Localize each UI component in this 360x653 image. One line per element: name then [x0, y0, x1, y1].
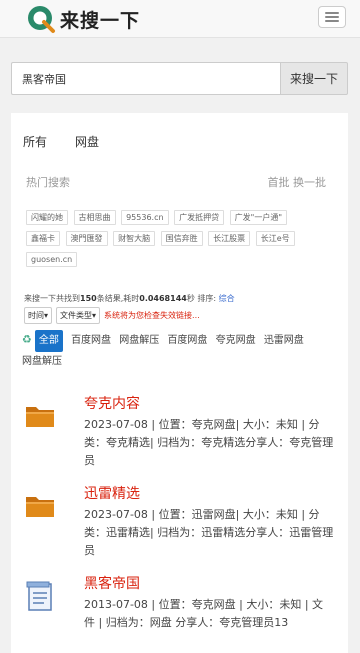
brand-logo[interactable]: 来搜一下: [26, 2, 140, 36]
stats-middle: 条结果,耗时: [96, 294, 140, 303]
hot-tag[interactable]: 95536.cn: [121, 210, 169, 225]
hamburger-line: [325, 20, 339, 22]
hot-tag[interactable]: 广发抵押贷: [174, 210, 225, 225]
hamburger-line: [325, 16, 339, 18]
caret-down-icon: ▾: [92, 311, 97, 320]
hot-tag[interactable]: guosen.cn: [26, 252, 78, 267]
hot-tag[interactable]: 澳門匯發: [65, 231, 108, 246]
caret-down-icon: ▾: [44, 311, 49, 320]
menu-toggle-button[interactable]: [318, 6, 346, 28]
search-input[interactable]: [11, 62, 280, 95]
hot-tag[interactable]: 闪耀的她: [26, 210, 68, 225]
hot-tag[interactable]: 古相思曲: [73, 210, 116, 225]
hot-tag[interactable]: 鑫福卡: [26, 231, 60, 246]
type-all[interactable]: 全部: [34, 330, 63, 352]
hamburger-icon: [325, 12, 339, 14]
stats-prefix: 来搜一下共找到: [24, 294, 80, 303]
type-item[interactable]: 网盘解压: [119, 331, 159, 351]
hot-tag[interactable]: 国信弃胜: [160, 231, 203, 246]
hot-tags: 闪耀的她 古相思曲 95536.cn 广发抵押贷 广发"一户通" 鑫福卡 澳門匯…: [26, 210, 326, 273]
type-item[interactable]: 百度网盘: [71, 331, 111, 351]
results-card: [11, 113, 348, 653]
tab-bar: 所有 网盘: [23, 133, 99, 150]
type-item[interactable]: 网盘解压: [22, 352, 62, 372]
link-check-notice: 系统将为您检查失效链接...: [104, 311, 200, 320]
time-filter-label: 时间: [28, 311, 44, 320]
search-button[interactable]: 来搜一下: [280, 62, 348, 95]
brand-name: 来搜一下: [60, 9, 141, 32]
type-item[interactable]: 百度网盘: [167, 331, 207, 351]
stats-suffix: 秒 排序:: [186, 294, 217, 303]
result-count: 150: [80, 294, 97, 303]
hot-tag[interactable]: 财智大脑: [113, 231, 156, 246]
result-title[interactable]: 黑客帝国: [84, 573, 140, 593]
navbar: 来搜一下: [0, 0, 360, 38]
result-title[interactable]: 迅雷精选: [84, 483, 140, 503]
tab-netdisk[interactable]: 网盘: [75, 133, 99, 150]
filetype-filter-label: 文件类型: [60, 311, 93, 320]
hot-tag[interactable]: 长江e号: [255, 231, 295, 246]
logo-search-icon: [28, 6, 55, 33]
folder-icon: [26, 407, 54, 427]
tab-all[interactable]: 所有: [23, 133, 47, 150]
sort-option[interactable]: 综合: [219, 294, 235, 303]
search-time: 0.0468144: [139, 294, 187, 303]
filter-bar: 时间▾ 文件类型▾ 系统将为您检查失效链接...: [24, 307, 200, 324]
type-item[interactable]: 夸克网盘: [216, 331, 256, 351]
time-filter-select[interactable]: 时间▾: [24, 307, 53, 324]
hot-search-title: 热门搜索: [26, 176, 70, 189]
result-meta: 2013-07-08 | 位置：夸克网盘 | 大小：未知 | 文件 | 归档为：…: [84, 598, 324, 629]
document-icon: [26, 581, 52, 611]
type-filter: ♻ 全部 百度网盘 网盘解压 百度网盘 夸克网盘 迅雷网盘 网盘解压: [22, 330, 342, 372]
result-meta: 2023-07-08 | 位置：迅雷网盘| 大小：未知 | 分类：迅雷精选| 归…: [84, 508, 334, 557]
hot-tag[interactable]: 广发"一户通": [229, 210, 288, 225]
search-bar: 来搜一下: [11, 62, 348, 95]
folder-icon: [26, 497, 54, 517]
result-title[interactable]: 夸克内容: [84, 393, 140, 413]
result-meta: 2023-07-08 | 位置：夸克网盘| 大小：未知 | 分类：夸克精选| 归…: [84, 418, 334, 467]
result-stats: 来搜一下共找到150条结果,耗时0.0468144秒 排序: 综合: [24, 293, 235, 304]
filetype-filter-select[interactable]: 文件类型▾: [56, 307, 101, 324]
hot-tag[interactable]: 长江股票: [208, 231, 251, 246]
hot-search-refresh[interactable]: 首批 换一批: [268, 174, 327, 190]
type-item[interactable]: 迅雷网盘: [264, 331, 304, 351]
recycle-icon: ♻: [22, 333, 32, 346]
